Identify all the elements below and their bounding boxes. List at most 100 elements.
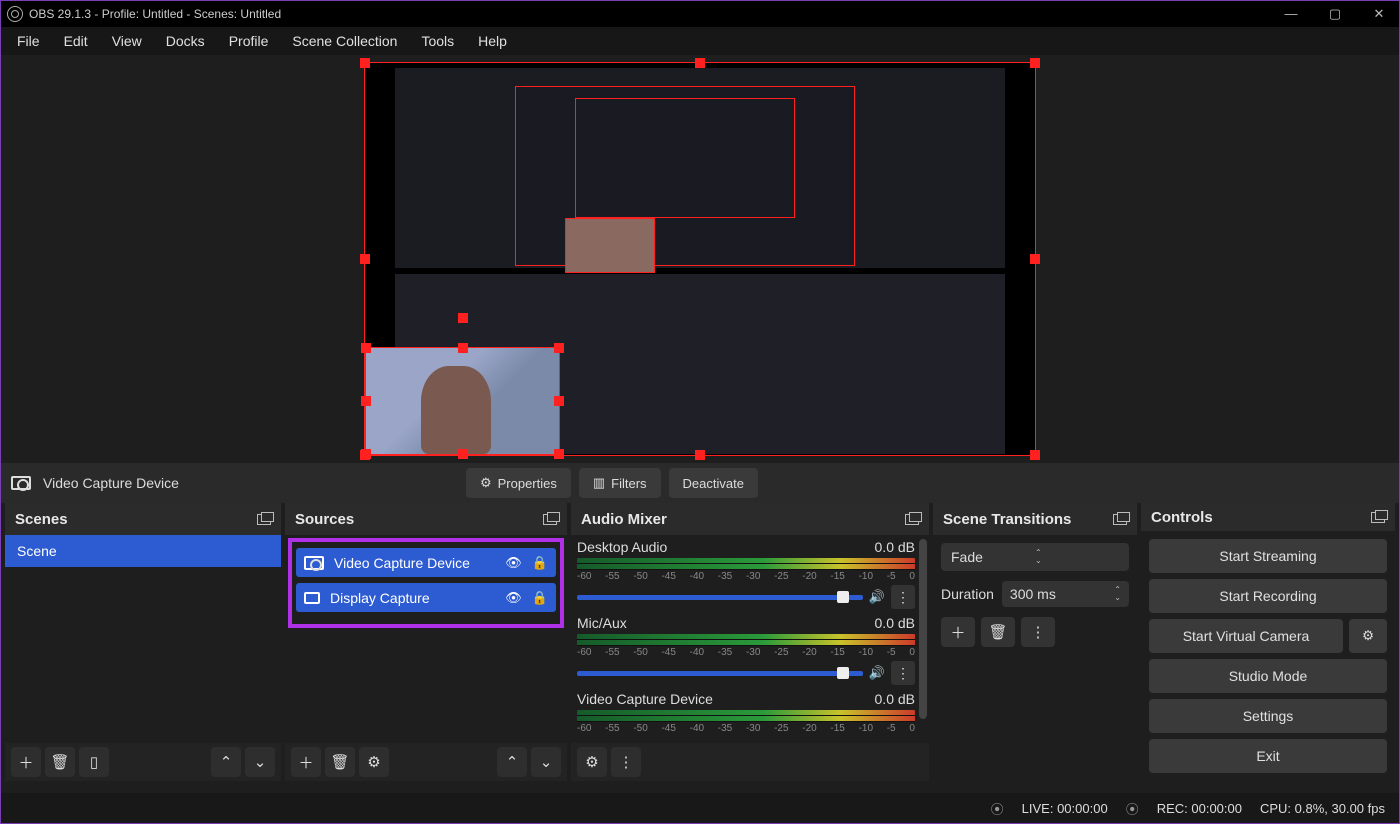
audio-meter xyxy=(577,710,915,722)
popout-icon[interactable] xyxy=(543,514,557,525)
scene-up-button[interactable]: ⌃ xyxy=(211,747,241,777)
filters-button[interactable]: Filters xyxy=(579,468,661,498)
menu-tools[interactable]: Tools xyxy=(409,29,466,53)
channel-options-button[interactable]: ⋮ xyxy=(891,661,915,685)
volume-slider[interactable] xyxy=(577,671,863,676)
chevron-updown-icon: ⌃⌄ xyxy=(1114,586,1121,602)
sources-highlight-box: Video Capture Device Display Capture xyxy=(288,538,564,628)
audio-meter xyxy=(577,558,915,570)
mixer-options-button[interactable]: ⋮ xyxy=(611,747,641,777)
scene-transitions-panel: Scene Transitions Fade ⌃⌄ Duration 300 m… xyxy=(933,503,1137,781)
scene-filter-button[interactable]: ▯ xyxy=(79,747,109,777)
minimize-button[interactable]: — xyxy=(1277,6,1305,22)
source-item-video-capture[interactable]: Video Capture Device xyxy=(296,548,556,577)
obs-logo-icon xyxy=(7,6,23,22)
meter-ticks: -60-55-50-45-40-35-30-25-20-15-10-50 xyxy=(577,571,915,582)
source-item-label: Display Capture xyxy=(330,590,495,606)
sources-panel: Sources Video Capture Device Display Cap… xyxy=(285,503,567,781)
close-button[interactable]: ✕ xyxy=(1365,6,1393,22)
menu-scene-collection[interactable]: Scene Collection xyxy=(280,29,409,53)
display-icon xyxy=(304,592,320,604)
popout-icon[interactable] xyxy=(257,514,271,525)
add-transition-button[interactable]: ＋ xyxy=(941,617,975,647)
menubar: File Edit View Docks Profile Scene Colle… xyxy=(1,27,1399,55)
menu-edit[interactable]: Edit xyxy=(52,29,100,53)
speaker-icon[interactable] xyxy=(869,664,885,682)
channel-options-button[interactable]: ⋮ xyxy=(891,585,915,609)
speaker-icon[interactable] xyxy=(869,588,885,606)
menu-profile[interactable]: Profile xyxy=(217,29,281,53)
virtual-camera-settings-button[interactable]: ⚙ xyxy=(1349,619,1387,653)
chevron-updown-icon: ⌃⌄ xyxy=(1035,549,1119,565)
mixer-channel-video-capture: Video Capture Device0.0 dB -60-55-50-45-… xyxy=(577,691,915,734)
camera-icon xyxy=(304,556,324,570)
add-source-button[interactable]: ＋ xyxy=(291,747,321,777)
duration-label: Duration xyxy=(941,586,994,602)
transition-select[interactable]: Fade ⌃⌄ xyxy=(941,543,1129,571)
popout-icon[interactable] xyxy=(905,514,919,525)
settings-button[interactable]: Settings xyxy=(1149,699,1387,733)
status-rec: REC: 00:00:00 xyxy=(1157,801,1242,816)
gear-icon xyxy=(480,475,492,491)
camera-icon xyxy=(11,476,31,490)
audio-mixer-panel: Audio Mixer Desktop Audio0.0 dB -60-55-5… xyxy=(571,503,929,781)
transitions-title: Scene Transitions xyxy=(943,511,1071,528)
source-properties-button[interactable]: ⚙ xyxy=(359,747,389,777)
titlebar: OBS 29.1.3 - Profile: Untitled - Scenes:… xyxy=(1,1,1399,27)
remove-scene-button[interactable]: 🗑 xyxy=(45,747,75,777)
record-icon: ⦿ xyxy=(1126,799,1139,818)
meter-ticks: -60-55-50-45-40-35-30-25-20-15-10-50 xyxy=(577,723,915,734)
preview-area[interactable] xyxy=(1,55,1399,463)
lock-icon[interactable] xyxy=(532,589,548,606)
remove-source-button[interactable]: 🗑 xyxy=(325,747,355,777)
start-virtual-camera-button[interactable]: Start Virtual Camera xyxy=(1149,619,1343,653)
deactivate-button[interactable]: Deactivate xyxy=(669,468,758,498)
exit-button[interactable]: Exit xyxy=(1149,739,1387,773)
controls-title: Controls xyxy=(1151,509,1213,526)
filter-icon xyxy=(593,475,605,491)
remove-transition-button[interactable]: 🗑 xyxy=(981,617,1015,647)
add-scene-button[interactable]: ＋ xyxy=(11,747,41,777)
mixer-title: Audio Mixer xyxy=(581,511,667,528)
eye-icon[interactable] xyxy=(505,554,522,571)
meter-ticks: -60-55-50-45-40-35-30-25-20-15-10-50 xyxy=(577,647,915,658)
source-toolbar: Video Capture Device Properties Filters … xyxy=(1,463,1399,503)
controls-panel: Controls Start Streaming Start Recording… xyxy=(1141,503,1395,781)
scenes-panel: Scenes Scene ＋ 🗑 ▯ ⌃ ⌄ xyxy=(5,503,281,781)
scenes-title: Scenes xyxy=(15,511,68,528)
eye-icon[interactable] xyxy=(505,589,522,606)
source-item-display-capture[interactable]: Display Capture xyxy=(296,583,556,612)
preview-canvas[interactable] xyxy=(365,62,1035,456)
transition-options-button[interactable]: ⋮ xyxy=(1021,617,1055,647)
source-item-label: Video Capture Device xyxy=(334,555,495,571)
menu-view[interactable]: View xyxy=(100,29,154,53)
source-up-button[interactable]: ⌃ xyxy=(497,747,527,777)
menu-help[interactable]: Help xyxy=(466,29,519,53)
volume-slider[interactable] xyxy=(577,595,863,600)
menu-file[interactable]: File xyxy=(5,29,52,53)
scene-down-button[interactable]: ⌄ xyxy=(245,747,275,777)
audio-meter xyxy=(577,634,915,646)
start-streaming-button[interactable]: Start Streaming xyxy=(1149,539,1387,573)
statusbar: ⦿ LIVE: 00:00:00 ⦿ REC: 00:00:00 CPU: 0.… xyxy=(1,793,1399,823)
mixer-advanced-button[interactable]: ⚙ xyxy=(577,747,607,777)
menu-docks[interactable]: Docks xyxy=(154,29,217,53)
studio-mode-button[interactable]: Studio Mode xyxy=(1149,659,1387,693)
popout-icon[interactable] xyxy=(1113,514,1127,525)
mixer-scrollbar[interactable] xyxy=(919,539,927,719)
status-cpu: CPU: 0.8%, 30.00 fps xyxy=(1260,801,1385,816)
properties-button[interactable]: Properties xyxy=(466,468,571,498)
mixer-channel-mic-aux: Mic/Aux0.0 dB -60-55-50-45-40-35-30-25-2… xyxy=(577,615,915,685)
popout-icon[interactable] xyxy=(1371,512,1385,523)
maximize-button[interactable]: ▢ xyxy=(1321,6,1349,22)
mixer-channel-desktop-audio: Desktop Audio0.0 dB -60-55-50-45-40-35-3… xyxy=(577,539,915,609)
status-live: LIVE: 00:00:00 xyxy=(1022,801,1108,816)
selected-source-label: Video Capture Device xyxy=(43,475,179,491)
window-title: OBS 29.1.3 - Profile: Untitled - Scenes:… xyxy=(29,7,1277,21)
scene-item[interactable]: Scene xyxy=(5,535,281,567)
duration-field[interactable]: 300 ms ⌃⌄ xyxy=(1002,581,1129,607)
source-down-button[interactable]: ⌄ xyxy=(531,747,561,777)
start-recording-button[interactable]: Start Recording xyxy=(1149,579,1387,613)
broadcast-icon: ⦿ xyxy=(991,799,1004,818)
lock-icon[interactable] xyxy=(532,554,548,571)
